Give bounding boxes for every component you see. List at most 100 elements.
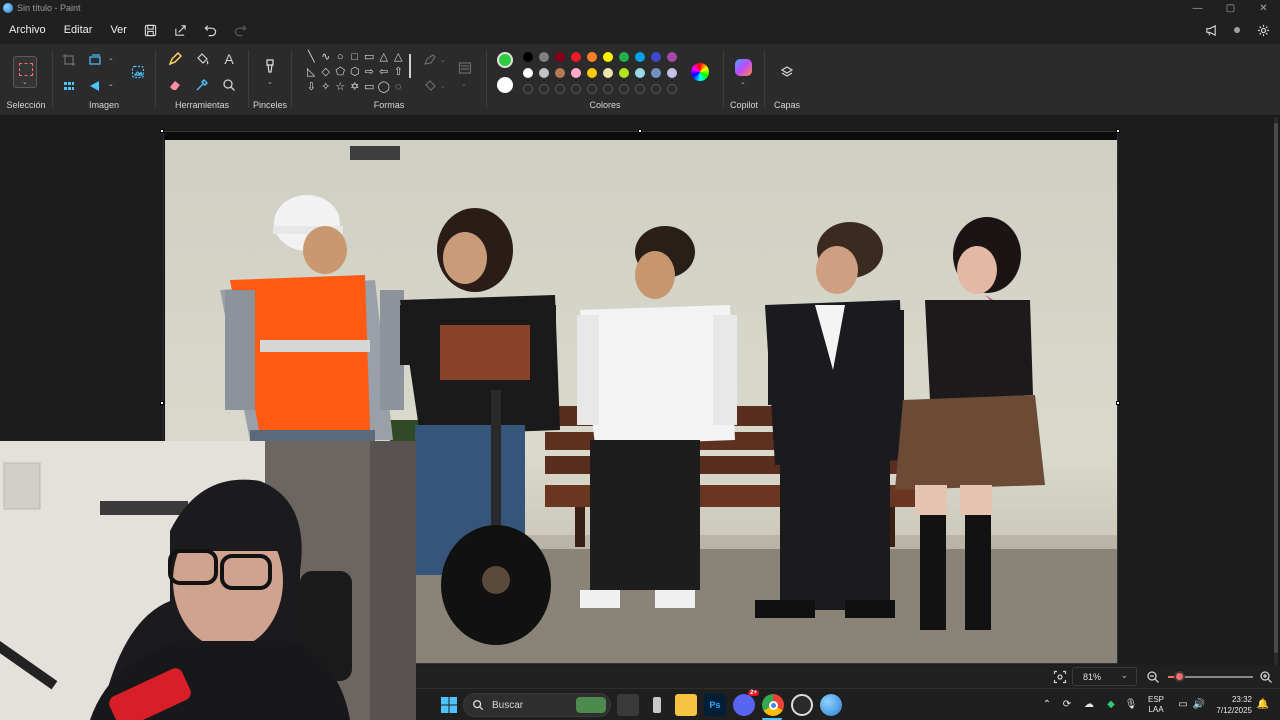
copilot-icon[interactable] <box>735 59 752 76</box>
security-icon[interactable]: ◆ <box>1104 697 1118 711</box>
callout-oval-shape-icon[interactable]: ◯ <box>377 80 392 95</box>
group-label-colores: Colores <box>589 100 621 110</box>
taskbar-search[interactable]: Buscar <box>463 693 611 717</box>
top-right-tools <box>1200 16 1274 44</box>
group-label-herramientas: Herramientas <box>174 100 230 110</box>
volume-icon[interactable]: 🔊 <box>1192 697 1206 711</box>
share-icon[interactable] <box>166 18 196 42</box>
right-arrow-shape-icon[interactable]: ⇨ <box>362 65 377 80</box>
pentagon-shape-icon[interactable]: ⬠ <box>333 65 348 80</box>
diamond-shape-icon[interactable]: ◇ <box>319 65 334 80</box>
chevron-down-icon[interactable]: ⌄ <box>440 82 446 90</box>
callout-rect-shape-icon[interactable]: ▭ <box>362 80 377 95</box>
discord-icon[interactable]: 2+ <box>733 690 759 716</box>
chrome-icon[interactable] <box>762 694 784 716</box>
crop-icon[interactable] <box>59 50 79 70</box>
zoom-slider-thumb[interactable] <box>1174 671 1185 682</box>
redo-icon[interactable] <box>226 18 256 42</box>
microphone-icon[interactable]: 🎙 <box>1124 697 1138 711</box>
chevron-down-icon[interactable]: ⌄ <box>22 78 28 86</box>
vertical-scrollbar[interactable] <box>1274 117 1278 665</box>
menu-editar[interactable]: Editar <box>55 24 102 36</box>
zoom-out-icon[interactable] <box>1143 667 1163 687</box>
undo-icon[interactable] <box>196 18 226 42</box>
line-shape-icon[interactable]: ╲ <box>304 50 319 65</box>
fill-bucket-icon[interactable] <box>192 49 212 69</box>
text-tool-icon[interactable]: A <box>219 49 239 69</box>
search-widget-icon[interactable] <box>576 697 606 713</box>
polygon-shape-icon[interactable]: △ <box>377 50 392 65</box>
resize-handle[interactable] <box>1116 401 1120 405</box>
oval-shape-icon[interactable]: ○ <box>333 50 348 65</box>
chevron-down-icon[interactable]: ⌄ <box>108 54 114 62</box>
brush-icon[interactable] <box>260 56 280 76</box>
line-width-icon[interactable] <box>455 58 475 78</box>
chevron-down-icon[interactable]: ⌄ <box>440 56 446 64</box>
five-point-star-shape-icon[interactable]: ☆ <box>333 80 348 95</box>
resize-handle[interactable] <box>638 129 642 133</box>
zoom-dropdown[interactable]: 81% ⌄ <box>1072 667 1137 686</box>
menu-archivo[interactable]: Archivo <box>0 24 55 36</box>
magnifier-icon[interactable] <box>219 75 239 95</box>
photoshop-icon[interactable]: Ps <box>704 694 726 716</box>
account-icon[interactable] <box>1226 19 1248 41</box>
app-icon[interactable] <box>646 694 668 716</box>
image-select-icon[interactable] <box>128 62 148 82</box>
left-arrow-shape-icon[interactable]: ⇦ <box>377 65 392 80</box>
close-button[interactable]: ✕ <box>1247 0 1280 16</box>
pencil-icon[interactable] <box>165 49 185 69</box>
resize-icon[interactable] <box>85 50 105 70</box>
up-arrow-shape-icon[interactable]: ⇧ <box>391 65 406 80</box>
grid-select-icon[interactable] <box>59 76 79 96</box>
group-label-capas: Capas <box>773 100 800 110</box>
right-triangle-shape-icon[interactable]: ◺ <box>304 65 319 80</box>
chevron-down-icon[interactable]: ⌄ <box>461 80 467 88</box>
clock[interactable]: 23:32 7/12/2025 <box>1212 689 1252 720</box>
four-point-star-shape-icon[interactable]: ✧ <box>319 80 334 95</box>
fit-to-window-icon[interactable] <box>1050 667 1070 687</box>
minimize-button[interactable]: — <box>1181 0 1214 16</box>
taskbar: Buscar Ps 2+ ⌃ ⟳ ☁ ◆ 🎙 ESP LAA ▭ 🔊 23:32… <box>416 688 1280 720</box>
curve-shape-icon[interactable]: ∿ <box>319 50 334 65</box>
shapes-gallery: ╲ ∿ ○ □ ▭ △ △ ◺ ◇ ⬠ ⬡ ⇨ ⇦ ⇧ ⇩ ✧ ☆ ✡ ▭ ◯ … <box>304 50 406 95</box>
rotate-icon[interactable] <box>85 76 105 96</box>
start-icon[interactable] <box>438 694 460 716</box>
settings-icon[interactable] <box>1252 19 1274 41</box>
callout-cloud-shape-icon[interactable]: ◌ <box>391 80 406 95</box>
triangle-shape-icon[interactable]: △ <box>391 50 406 65</box>
announce-icon[interactable] <box>1200 19 1222 41</box>
chevron-down-icon[interactable]: ⌄ <box>108 80 114 88</box>
rectangle-shape-icon[interactable]: □ <box>348 50 363 65</box>
color-picker-icon[interactable] <box>192 75 212 95</box>
file-explorer-icon[interactable] <box>675 694 697 716</box>
paint-icon[interactable] <box>820 694 842 716</box>
down-arrow-shape-icon[interactable]: ⇩ <box>304 80 319 95</box>
layers-icon[interactable] <box>777 62 797 82</box>
sync-icon[interactable]: ⟳ <box>1060 697 1074 711</box>
hexagon-shape-icon[interactable]: ⬡ <box>348 65 363 80</box>
menu-bar: Archivo Editar Ver <box>0 16 1280 44</box>
resize-handle[interactable] <box>1116 129 1120 133</box>
ribbon: ⌄ Selección ⌄ ⌄ Imagen A Herramientas ⌄ … <box>0 44 1280 116</box>
cloud-icon[interactable]: ☁ <box>1082 697 1096 711</box>
resize-handle[interactable] <box>160 129 164 133</box>
obs-icon[interactable] <box>791 694 813 716</box>
fill-icon[interactable] <box>420 76 440 96</box>
zoom-in-icon[interactable] <box>1256 667 1276 687</box>
menu-ver[interactable]: Ver <box>101 24 136 36</box>
six-point-star-shape-icon[interactable]: ✡ <box>348 80 363 95</box>
resize-handle[interactable] <box>160 401 164 405</box>
notifications-icon[interactable]: 🔔 <box>1256 697 1270 711</box>
chevron-down-icon[interactable]: ⌄ <box>267 78 273 86</box>
shapes-scrollbar[interactable] <box>409 54 411 78</box>
outline-icon[interactable] <box>420 50 440 70</box>
chevron-up-icon[interactable]: ⌃ <box>1040 697 1054 711</box>
save-icon[interactable] <box>136 18 166 42</box>
eraser-icon[interactable] <box>165 75 185 95</box>
rounded-rectangle-shape-icon[interactable]: ▭ <box>362 50 377 65</box>
maximize-button[interactable]: ▢ <box>1214 0 1247 16</box>
network-icon[interactable]: ▭ <box>1176 697 1190 711</box>
language-indicator[interactable]: ESP LAA <box>1148 689 1164 720</box>
task-view-icon[interactable] <box>617 694 639 716</box>
chevron-down-icon[interactable]: ⌄ <box>740 78 746 86</box>
